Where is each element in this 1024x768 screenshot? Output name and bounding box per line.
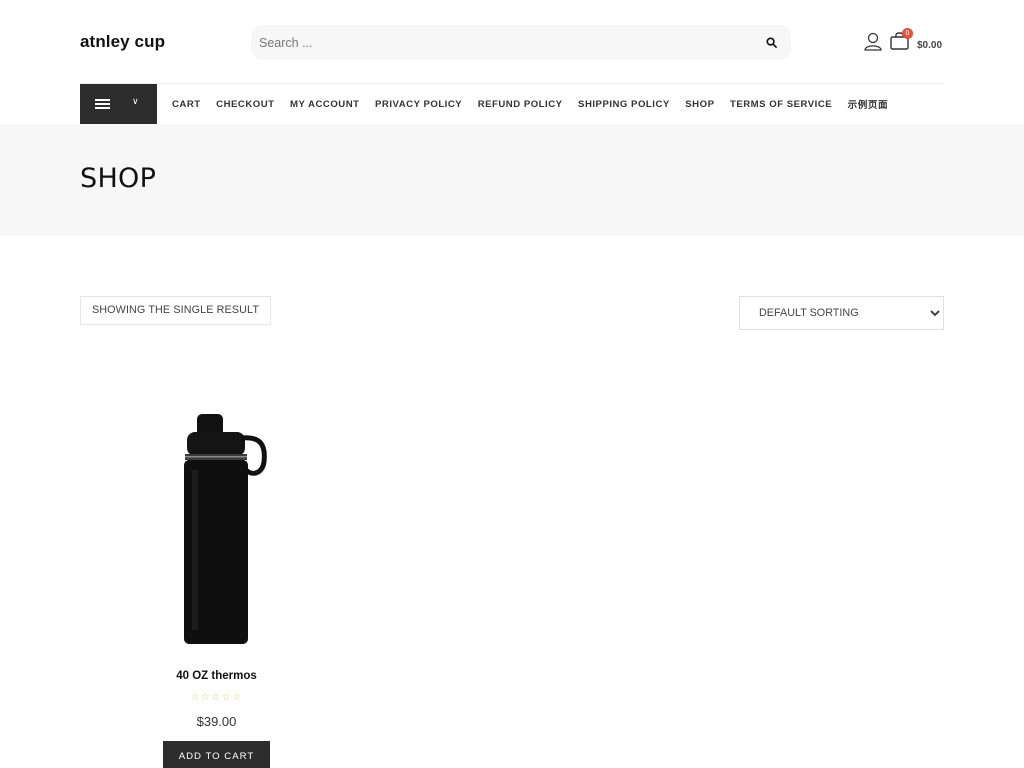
menu-toggle-button[interactable]: ∨ bbox=[80, 84, 157, 124]
result-count: SHOWING THE SINGLE RESULT bbox=[80, 296, 271, 325]
page-header-band: SHOP bbox=[0, 124, 1024, 236]
add-to-cart-button[interactable]: ADD TO CART bbox=[163, 741, 270, 768]
hamburger-icon bbox=[95, 99, 110, 109]
main-navigation: ∨ CART CHECKOUT MY ACCOUNT PRIVACY POLIC… bbox=[80, 84, 944, 124]
search-button[interactable] bbox=[761, 33, 781, 53]
nav-item-my-account[interactable]: MY ACCOUNT bbox=[290, 99, 360, 110]
user-icon[interactable] bbox=[864, 32, 882, 51]
nav-menu: CART CHECKOUT MY ACCOUNT PRIVACY POLICY … bbox=[172, 84, 904, 124]
nav-item-shop[interactable]: SHOP bbox=[685, 99, 714, 110]
nav-item-privacy-policy[interactable]: PRIVACY POLICY bbox=[375, 99, 462, 110]
chevron-down-icon: ∨ bbox=[132, 96, 139, 106]
nav-item-cart[interactable]: CART bbox=[172, 99, 201, 110]
product-image[interactable] bbox=[180, 410, 270, 650]
nav-item-checkout[interactable]: CHECKOUT bbox=[216, 99, 274, 110]
page-title: SHOP bbox=[80, 163, 157, 194]
nav-item-terms-of-service[interactable]: TERMS OF SERVICE bbox=[730, 99, 832, 110]
sort-select[interactable]: DEFAULT SORTING bbox=[739, 296, 944, 330]
star-rating: ☆☆☆☆☆ bbox=[190, 692, 243, 703]
nav-item-sample-page[interactable]: 示例页面 bbox=[848, 97, 888, 111]
site-title[interactable]: atnley cup bbox=[80, 32, 165, 52]
header-cart[interactable]: 0 $0.00 bbox=[890, 28, 950, 54]
site-header: atnley cup 0 $0.00 bbox=[0, 0, 1024, 84]
product-name[interactable]: 40 OZ thermos bbox=[130, 670, 303, 682]
search-icon bbox=[765, 36, 777, 48]
cart-total: $0.00 bbox=[917, 40, 943, 51]
search-form bbox=[251, 25, 791, 60]
nav-item-refund-policy[interactable]: REFUND POLICY bbox=[478, 99, 563, 110]
nav-item-shipping-policy[interactable]: SHIPPING POLICY bbox=[578, 99, 670, 110]
cart-count-badge: 0 bbox=[902, 28, 913, 39]
search-input[interactable] bbox=[251, 25, 751, 60]
product-price: $39.00 bbox=[196, 714, 237, 729]
